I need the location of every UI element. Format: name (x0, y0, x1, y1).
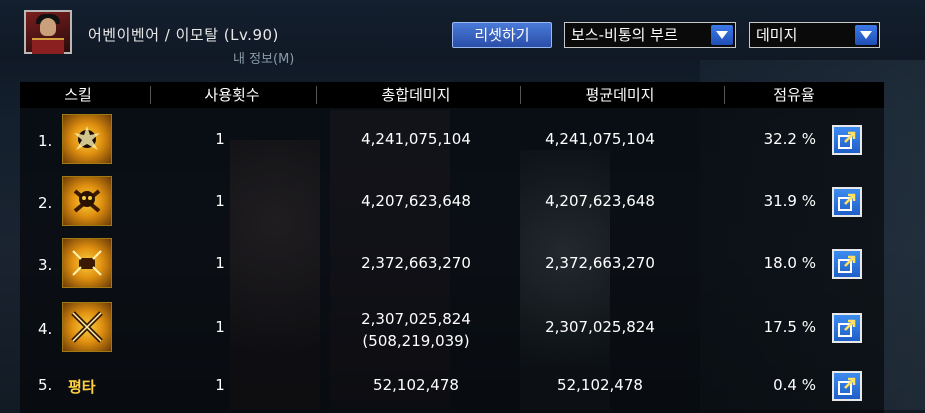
share-button[interactable] (832, 371, 862, 401)
table-header: 스킬 사용횟수 총합데미지 평균데미지 점유율 (20, 82, 884, 108)
row-share: 17.5 % (763, 318, 816, 336)
row-share: 0.4 % (773, 376, 816, 394)
row-avg-damage: 4,207,623,648 (545, 192, 655, 210)
row-avg-damage: 2,307,025,824 (545, 318, 655, 336)
flame-burst-icon (62, 114, 112, 164)
skull-crossbones-icon (62, 176, 112, 226)
row-total-damage: 2,307,025,824 (361, 310, 471, 328)
share-icon (838, 377, 856, 395)
row-rank: 1. (38, 132, 53, 150)
character-portrait (24, 10, 72, 54)
fist-strike-icon (62, 238, 112, 288)
table-row: 4. 1 2,307,025,824 (508,219,039) 2,307,0… (20, 298, 884, 362)
col-header-total-damage: 총합데미지 (381, 86, 451, 104)
row-uses: 1 (215, 318, 225, 336)
share-button[interactable] (832, 187, 862, 217)
row-rank: 2. (38, 194, 53, 212)
share-icon (838, 255, 856, 273)
boss-select[interactable]: 보스-비통의 부르 (564, 22, 736, 48)
share-button[interactable] (832, 249, 862, 279)
cross-slash-icon (62, 302, 112, 352)
row-total-damage: 52,102,478 (373, 376, 459, 394)
col-header-avg-damage: 평균데미지 (585, 86, 655, 104)
character-title: 어벤이벤어 / 이모탈 (Lv.90) (88, 26, 279, 44)
col-header-skill: 스킬 (64, 86, 92, 104)
damage-type-select-value: 데미지 (756, 26, 798, 44)
my-info-label: 내 정보(M) (233, 52, 295, 67)
row-share: 31.9 % (763, 192, 816, 210)
share-button[interactable] (832, 313, 862, 343)
row-total-damage: 2,372,663,270 (361, 254, 471, 272)
row-avg-damage: 2,372,663,270 (545, 254, 655, 272)
row-skill-name: 평타 (68, 378, 96, 396)
share-button[interactable] (832, 125, 862, 155)
table-row: 1. 1 4,241,075,104 4,241,075,104 32.2 % (20, 112, 884, 168)
row-uses: 1 (215, 192, 225, 210)
col-header-share: 점유율 (773, 86, 815, 104)
skill-damage-table: 스킬 사용횟수 총합데미지 평균데미지 점유율 1. 1 4,241,075,1… (20, 82, 884, 413)
share-icon (838, 193, 856, 211)
row-rank: 3. (38, 256, 53, 274)
row-total-damage: 4,207,623,648 (361, 192, 471, 210)
row-uses: 1 (215, 254, 225, 272)
row-avg-damage: 4,241,075,104 (545, 130, 655, 148)
table-row: 3. 1 2,372,663,270 2,372,663,270 18.0 % (20, 236, 884, 292)
boss-select-value: 보스-비통의 부르 (571, 26, 678, 44)
row-total-damage: 4,241,075,104 (361, 130, 471, 148)
damage-type-select[interactable]: 데미지 (749, 22, 880, 48)
row-total-damage-sub: (508,219,039) (362, 332, 470, 350)
row-rank: 4. (38, 320, 53, 338)
row-uses: 1 (215, 130, 225, 148)
row-share: 18.0 % (763, 254, 816, 272)
header-bar: 어벤이벤어 / 이모탈 (Lv.90) 내 정보(M) 리셋하기 보스-비통의 … (0, 0, 925, 67)
row-uses: 1 (215, 376, 225, 394)
reset-button[interactable]: 리셋하기 (452, 22, 552, 48)
share-icon (838, 131, 856, 149)
row-rank: 5. (38, 376, 53, 394)
share-icon (838, 319, 856, 337)
chevron-down-icon[interactable] (711, 25, 733, 45)
table-row: 2. 1 4,207,623,648 4,207,623,648 31.9 % (20, 174, 884, 230)
col-header-uses: 사용횟수 (204, 86, 260, 104)
row-avg-damage: 52,102,478 (557, 376, 643, 394)
chevron-down-icon[interactable] (855, 25, 877, 45)
row-share: 32.2 % (763, 130, 816, 148)
table-row: 5. 평타 1 52,102,478 52,102,478 0.4 % (20, 368, 884, 408)
